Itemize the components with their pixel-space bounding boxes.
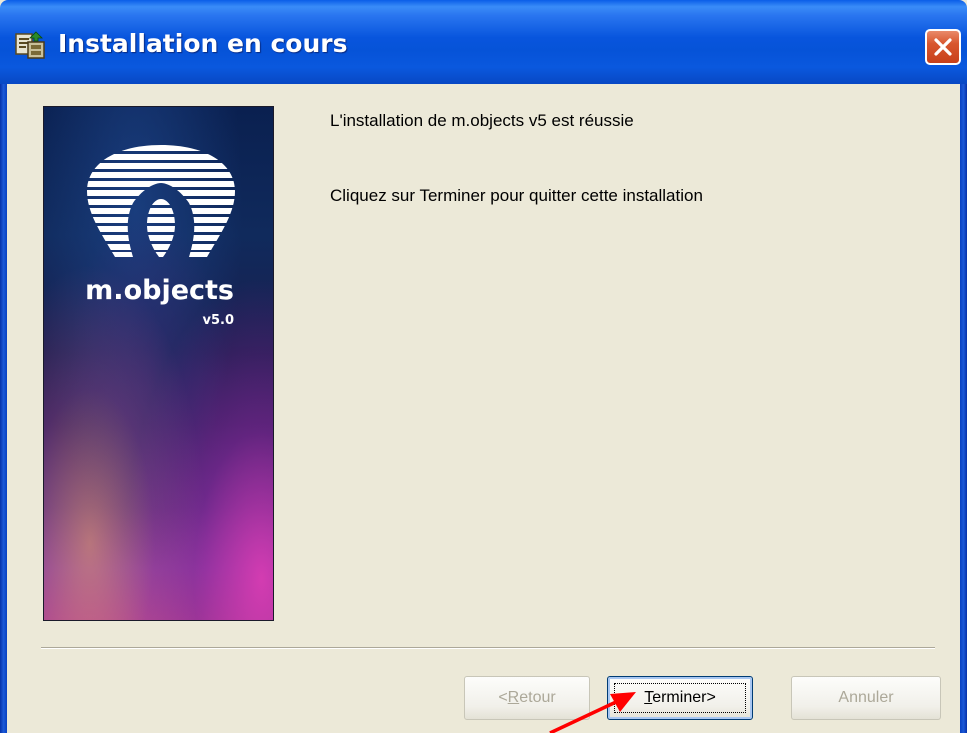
installer-window: Installation en cours m.objects v5.0 L'i… <box>0 0 967 733</box>
brand-name: m.objects <box>85 275 234 306</box>
m-objects-logo-icon <box>87 145 235 257</box>
finish-button-label: erminer> <box>652 689 716 706</box>
cancel-button[interactable]: Annuler <box>791 676 941 720</box>
red-arrow-icon <box>549 692 636 733</box>
window-title: Installation en cours <box>58 29 348 58</box>
back-button-accel: R <box>507 689 520 706</box>
separator <box>41 647 935 649</box>
close-icon <box>934 38 952 56</box>
success-message: L'installation de m.objects v5 est réuss… <box>330 111 634 130</box>
installer-icon <box>14 30 46 60</box>
window-frame-right <box>960 84 967 733</box>
window-frame-left <box>0 84 7 733</box>
close-button[interactable] <box>925 29 961 65</box>
brand-version: v5.0 <box>202 313 234 328</box>
title-bar[interactable]: Installation en cours <box>0 0 967 84</box>
product-banner: m.objects v5.0 <box>43 106 274 621</box>
finish-button-accel: T <box>644 689 653 706</box>
back-button-prefix: < <box>498 689 508 706</box>
instruction-message: Cliquez sur Terminer pour quitter cette … <box>330 186 703 205</box>
